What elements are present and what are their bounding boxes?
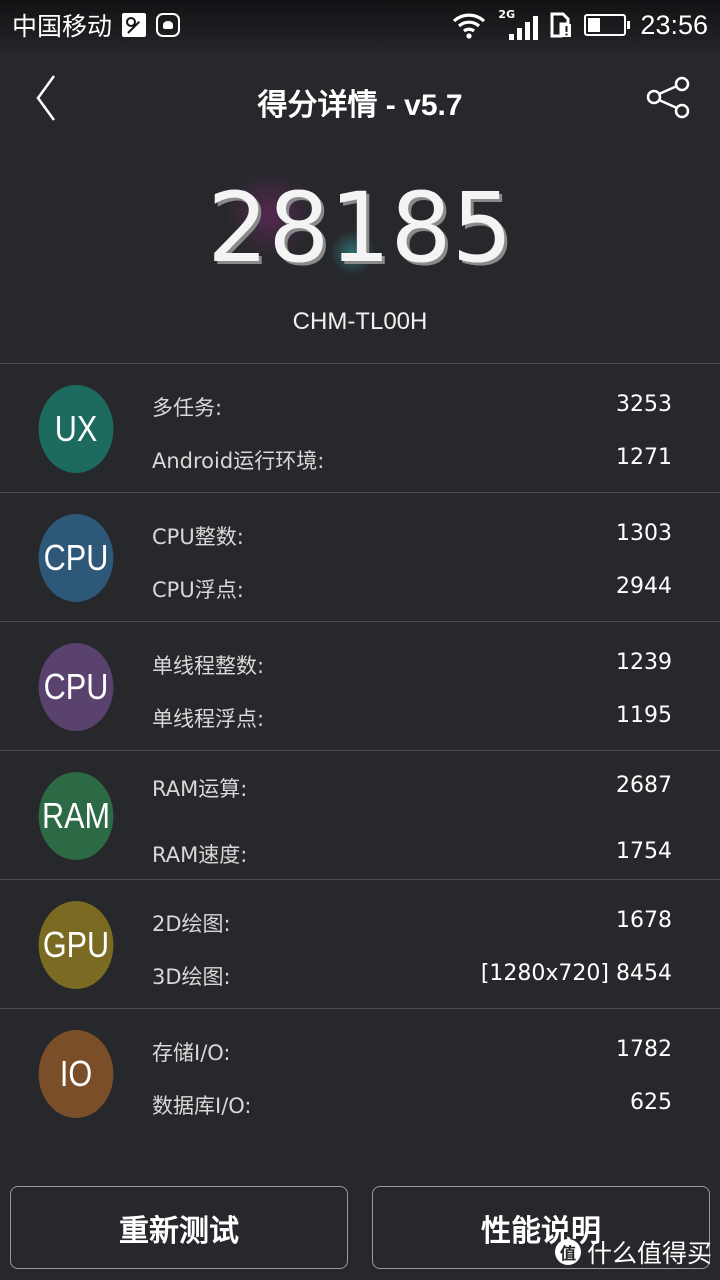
signal-icon: 2G xyxy=(498,8,539,42)
total-score: 28185 xyxy=(207,172,513,284)
header: 得分详情 - v5.7 xyxy=(0,50,720,150)
item-value: [1280x720] 8454 xyxy=(480,961,672,986)
item-label: 单线程整数: xyxy=(152,654,265,678)
item-value: 1239 xyxy=(616,650,672,675)
score-section: 28185 CHM-TL00H xyxy=(0,160,720,360)
category-row-io: IO 存储I/O: 1782 数据库I/O: 625 xyxy=(0,1008,720,1137)
item-value: 3253 xyxy=(616,392,672,417)
score-breakdown-list: UX 多任务: 3253 Android运行环境: 1271 CPU CPU整数… xyxy=(0,363,720,1137)
item-label: CPU浮点: xyxy=(152,578,244,602)
item-value: 2944 xyxy=(616,574,672,599)
item-label: 多任务: xyxy=(152,396,223,420)
watermark: 值 什么值得买 xyxy=(554,1234,712,1270)
cpu-badge-icon: CPU xyxy=(38,514,114,602)
item-value: 1303 xyxy=(616,521,672,546)
battery-icon xyxy=(584,14,631,36)
item-label: Android运行环境: xyxy=(152,449,325,473)
device-model: CHM-TL00H xyxy=(292,308,428,335)
io-badge-icon: IO xyxy=(38,1030,114,1118)
status-bar: 中国移动 2G 23:56 xyxy=(0,0,720,50)
item-value: 1754 xyxy=(616,839,672,864)
item-value: 2687 xyxy=(616,773,672,798)
smzdm-logo-icon: 值 xyxy=(554,1239,581,1265)
item-value: 1782 xyxy=(616,1037,672,1062)
watermark-text: 什么值得买 xyxy=(586,1239,712,1268)
item-value: 1271 xyxy=(616,445,672,470)
huawei-icon xyxy=(156,13,181,37)
item-label: 存储I/O: xyxy=(152,1041,231,1065)
item-value: 1195 xyxy=(616,703,672,728)
item-label: RAM速度: xyxy=(152,843,248,867)
category-row-single-thread: CPU 单线程整数: 1239 单线程浮点: 1195 xyxy=(0,621,720,750)
image-icon xyxy=(122,13,147,37)
item-label: 数据库I/O: xyxy=(152,1094,252,1118)
item-label: CPU整数: xyxy=(152,525,244,549)
item-value: 625 xyxy=(630,1090,672,1115)
gpu-badge-icon: GPU xyxy=(38,901,114,989)
clock: 23:56 xyxy=(640,9,708,40)
item-value: 1678 xyxy=(616,908,672,933)
category-row-cpu: CPU CPU整数: 1303 CPU浮点: 2944 xyxy=(0,492,720,621)
item-label: 单线程浮点: xyxy=(152,707,265,731)
category-row-gpu: GPU 2D绘图: 1678 3D绘图: [1280x720] 8454 xyxy=(0,879,720,1008)
page-title: 得分详情 - v5.7 xyxy=(257,89,463,122)
ux-badge-icon: UX xyxy=(38,385,114,473)
item-label: RAM运算: xyxy=(152,777,248,801)
category-row-ram: RAM RAM运算: 2687 RAM速度: 1754 xyxy=(0,750,720,879)
carrier-name: 中国移动 xyxy=(12,12,113,41)
sim-alert-icon xyxy=(550,12,572,38)
ram-badge-icon: RAM xyxy=(38,772,114,860)
item-label: 2D绘图: xyxy=(152,912,231,936)
cpu-single-badge-icon: CPU xyxy=(38,643,114,731)
item-label: 3D绘图: xyxy=(152,965,231,989)
category-row-ux: UX 多任务: 3253 Android运行环境: 1271 xyxy=(0,363,720,492)
share-button[interactable] xyxy=(646,74,694,122)
retest-button[interactable]: 重新测试 xyxy=(10,1186,348,1269)
wifi-icon xyxy=(453,13,486,39)
share-icon xyxy=(646,76,690,119)
